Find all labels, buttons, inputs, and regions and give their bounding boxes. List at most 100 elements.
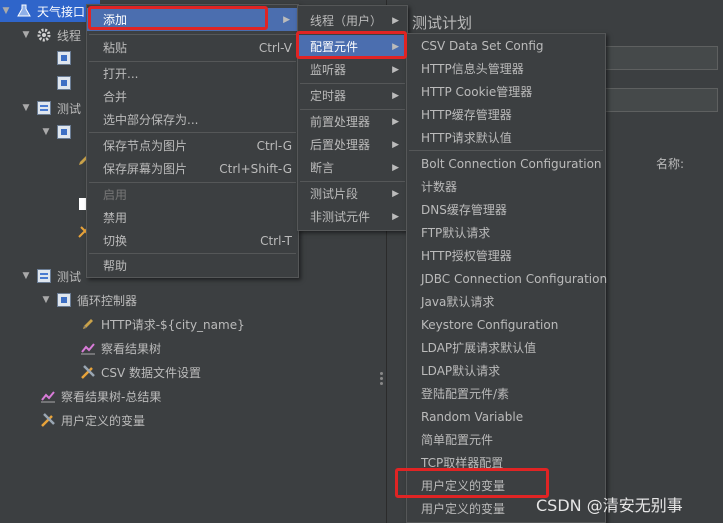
name-field[interactable] <box>600 46 718 70</box>
tools-icon <box>40 412 56 428</box>
shortcut-label: Ctrl+Shift-G <box>219 161 292 176</box>
menu-item-paste[interactable]: 粘贴 Ctrl-V <box>87 36 298 59</box>
menu-item-header-manager[interactable]: HTTP信息头管理器 <box>407 57 605 80</box>
tree-node-label: 线程 <box>57 28 82 43</box>
menu-item-save-selection[interactable]: 选中部分保存为... <box>87 108 298 131</box>
menu-item-label: Bolt Connection Configuration <box>421 156 602 171</box>
tree-node-child[interactable] <box>56 47 77 69</box>
menu-item-merge[interactable]: 合并 <box>87 85 298 108</box>
tree-node-csv-config[interactable]: CSV 数据文件设置 <box>80 361 201 383</box>
chart-icon <box>80 340 96 356</box>
tree-node-child[interactable] <box>56 72 77 94</box>
menu-item-add[interactable]: 添加 ▶ <box>87 8 298 31</box>
menu-item-cache-manager[interactable]: HTTP缓存管理器 <box>407 103 605 126</box>
menu-item-label: 线程（用户） <box>310 14 383 28</box>
tree-node-http-request[interactable]: HTTP请求-${city_name} <box>80 313 245 335</box>
add-submenu[interactable]: 线程（用户） ▶ 配置元件 ▶ 监听器 ▶ 定时器 ▶ 前置处理器 ▶ 后置处理… <box>297 5 408 231</box>
menu-item-label: HTTP请求默认值 <box>421 131 512 145</box>
collapse-arrow-icon[interactable]: ▼ <box>20 30 32 40</box>
menu-item-disable[interactable]: 禁用 <box>87 206 298 229</box>
menu-item-cookie-manager[interactable]: HTTP Cookie管理器 <box>407 80 605 103</box>
tree-node-view-results-tree[interactable]: 察看结果树 <box>80 337 161 359</box>
menu-separator <box>409 150 603 151</box>
shortcut-label: Ctrl-T <box>260 233 292 248</box>
chart-icon <box>40 388 56 404</box>
menu-item-label: 选中部分保存为... <box>103 113 199 127</box>
tree-node-thread-group[interactable]: ▼ 线程 <box>20 24 81 46</box>
shortcut-label: Ctrl-V <box>258 40 292 55</box>
menu-item-label: 添加 <box>103 13 128 27</box>
menu-item-bolt-connection[interactable]: Bolt Connection Configuration <box>407 152 605 175</box>
menu-item-label: Java默认请求 <box>421 295 495 309</box>
menu-item-simple-config[interactable]: 简单配置元件 <box>407 428 605 451</box>
tree-node-user-vars[interactable]: 用户定义的变量 <box>40 409 145 431</box>
menu-item-label: TCP取样器配置 <box>421 456 504 470</box>
flask-icon <box>16 3 32 19</box>
menu-item-label: 定时器 <box>310 89 347 103</box>
menu-item-ldap-ext-defaults[interactable]: LDAP扩展请求默认值 <box>407 336 605 359</box>
config-element-submenu[interactable]: CSV Data Set Config HTTP信息头管理器 HTTP Cook… <box>406 33 607 523</box>
element-icon <box>56 75 72 91</box>
tree-node-label: 循环控制器 <box>77 293 138 308</box>
menu-item-label: 帮助 <box>103 259 128 273</box>
menu-item-label: LDAP默认请求 <box>421 364 501 378</box>
collapse-arrow-icon[interactable]: ▼ <box>20 103 32 113</box>
menu-item-csv-data-set[interactable]: CSV Data Set Config <box>407 34 605 57</box>
menu-item-keystore-config[interactable]: Keystore Configuration <box>407 313 605 336</box>
menu-item-java-defaults[interactable]: Java默认请求 <box>407 290 605 313</box>
collapse-arrow-icon[interactable]: ▼ <box>40 295 52 305</box>
menu-item-label: 打开... <box>103 67 139 81</box>
splitter-handle[interactable] <box>380 372 384 386</box>
menu-item-label: 用户定义的变量 <box>421 479 506 493</box>
menu-item-tcp-sampler-config[interactable]: TCP取样器配置 <box>407 451 605 474</box>
menu-item-label: HTTP授权管理器 <box>421 249 512 263</box>
menu-item-request-defaults[interactable]: HTTP请求默认值 <box>407 126 605 149</box>
tree-node-label: 察看结果树-总结果 <box>61 389 162 404</box>
menu-item-pre-processor[interactable]: 前置处理器 ▶ <box>298 110 407 133</box>
pencil-icon <box>80 316 96 332</box>
menu-item-label: 非测试元件 <box>310 210 371 224</box>
menu-item-jdbc-connection[interactable]: JDBC Connection Configuration <box>407 267 607 290</box>
tree-node-summary-results[interactable]: 察看结果树-总结果 <box>40 385 161 407</box>
menu-item-random-variable[interactable]: Random Variable <box>407 405 605 428</box>
menu-item-help[interactable]: 帮助 <box>87 254 298 277</box>
menu-item-ldap-defaults[interactable]: LDAP默认请求 <box>407 359 605 382</box>
menu-item-listener[interactable]: 监听器 ▶ <box>298 58 407 81</box>
menu-item-save-screen-image[interactable]: 保存屏幕为图片 Ctrl+Shift-G <box>87 157 298 180</box>
menu-item-threads[interactable]: 线程（用户） ▶ <box>298 9 407 32</box>
menu-item-login-config[interactable]: 登陆配置元件/素 <box>407 382 605 405</box>
menu-item-label: HTTP信息头管理器 <box>421 62 524 76</box>
menu-item-dns-cache[interactable]: DNS缓存管理器 <box>407 198 605 221</box>
menu-item-label: LDAP扩展请求默认值 <box>421 341 537 355</box>
menu-item-assertion[interactable]: 断言 ▶ <box>298 156 407 179</box>
collapse-arrow-icon[interactable]: ▼ <box>0 6 12 16</box>
menu-item-non-test-elements[interactable]: 非测试元件 ▶ <box>298 205 407 228</box>
menu-item-label: 计数器 <box>421 180 458 194</box>
collapse-arrow-icon[interactable]: ▼ <box>40 127 52 137</box>
menu-item-label: 测试片段 <box>310 187 359 201</box>
menu-item-label: 断言 <box>310 161 335 175</box>
menu-item-save-node-image[interactable]: 保存节点为图片 Ctrl-G <box>87 134 298 157</box>
tree-node-root[interactable]: ▼ 天气接口 <box>0 0 100 22</box>
context-menu[interactable]: 添加 ▶ 粘贴 Ctrl-V 打开... 合并 选中部分保存为... 保存节点为… <box>86 4 299 278</box>
menu-item-open[interactable]: 打开... <box>87 62 298 85</box>
comment-field[interactable] <box>600 88 718 112</box>
tree-node-test-fragment-2[interactable]: ▼ 测试 <box>20 265 81 287</box>
menu-item-test-fragment[interactable]: 测试片段 ▶ <box>298 182 407 205</box>
collapse-arrow-icon[interactable]: ▼ <box>20 271 32 281</box>
menu-item-toggle[interactable]: 切换 Ctrl-T <box>87 229 298 252</box>
menu-item-label: CSV Data Set Config <box>421 38 544 53</box>
menu-item-label: 保存屏幕为图片 <box>103 162 188 176</box>
tree-node-child[interactable]: ▼ <box>40 121 77 143</box>
menu-item-auth-manager[interactable]: HTTP授权管理器 <box>407 244 605 267</box>
menu-item-post-processor[interactable]: 后置处理器 ▶ <box>298 133 407 156</box>
tree-node-loop-controller[interactable]: ▼ 循环控制器 <box>40 289 137 311</box>
menu-item-counter[interactable]: 计数器 <box>407 175 605 198</box>
controller-icon <box>56 124 72 140</box>
menu-item-timer[interactable]: 定时器 ▶ <box>298 84 407 107</box>
tree-node-test-fragment[interactable]: ▼ 测试 <box>20 97 81 119</box>
menu-item-label: 登陆配置元件/素 <box>421 387 510 401</box>
menu-item-ftp-defaults[interactable]: FTP默认请求 <box>407 221 605 244</box>
menu-item-config-element[interactable]: 配置元件 ▶ <box>298 35 407 58</box>
submenu-arrow-icon: ▶ <box>283 14 290 25</box>
